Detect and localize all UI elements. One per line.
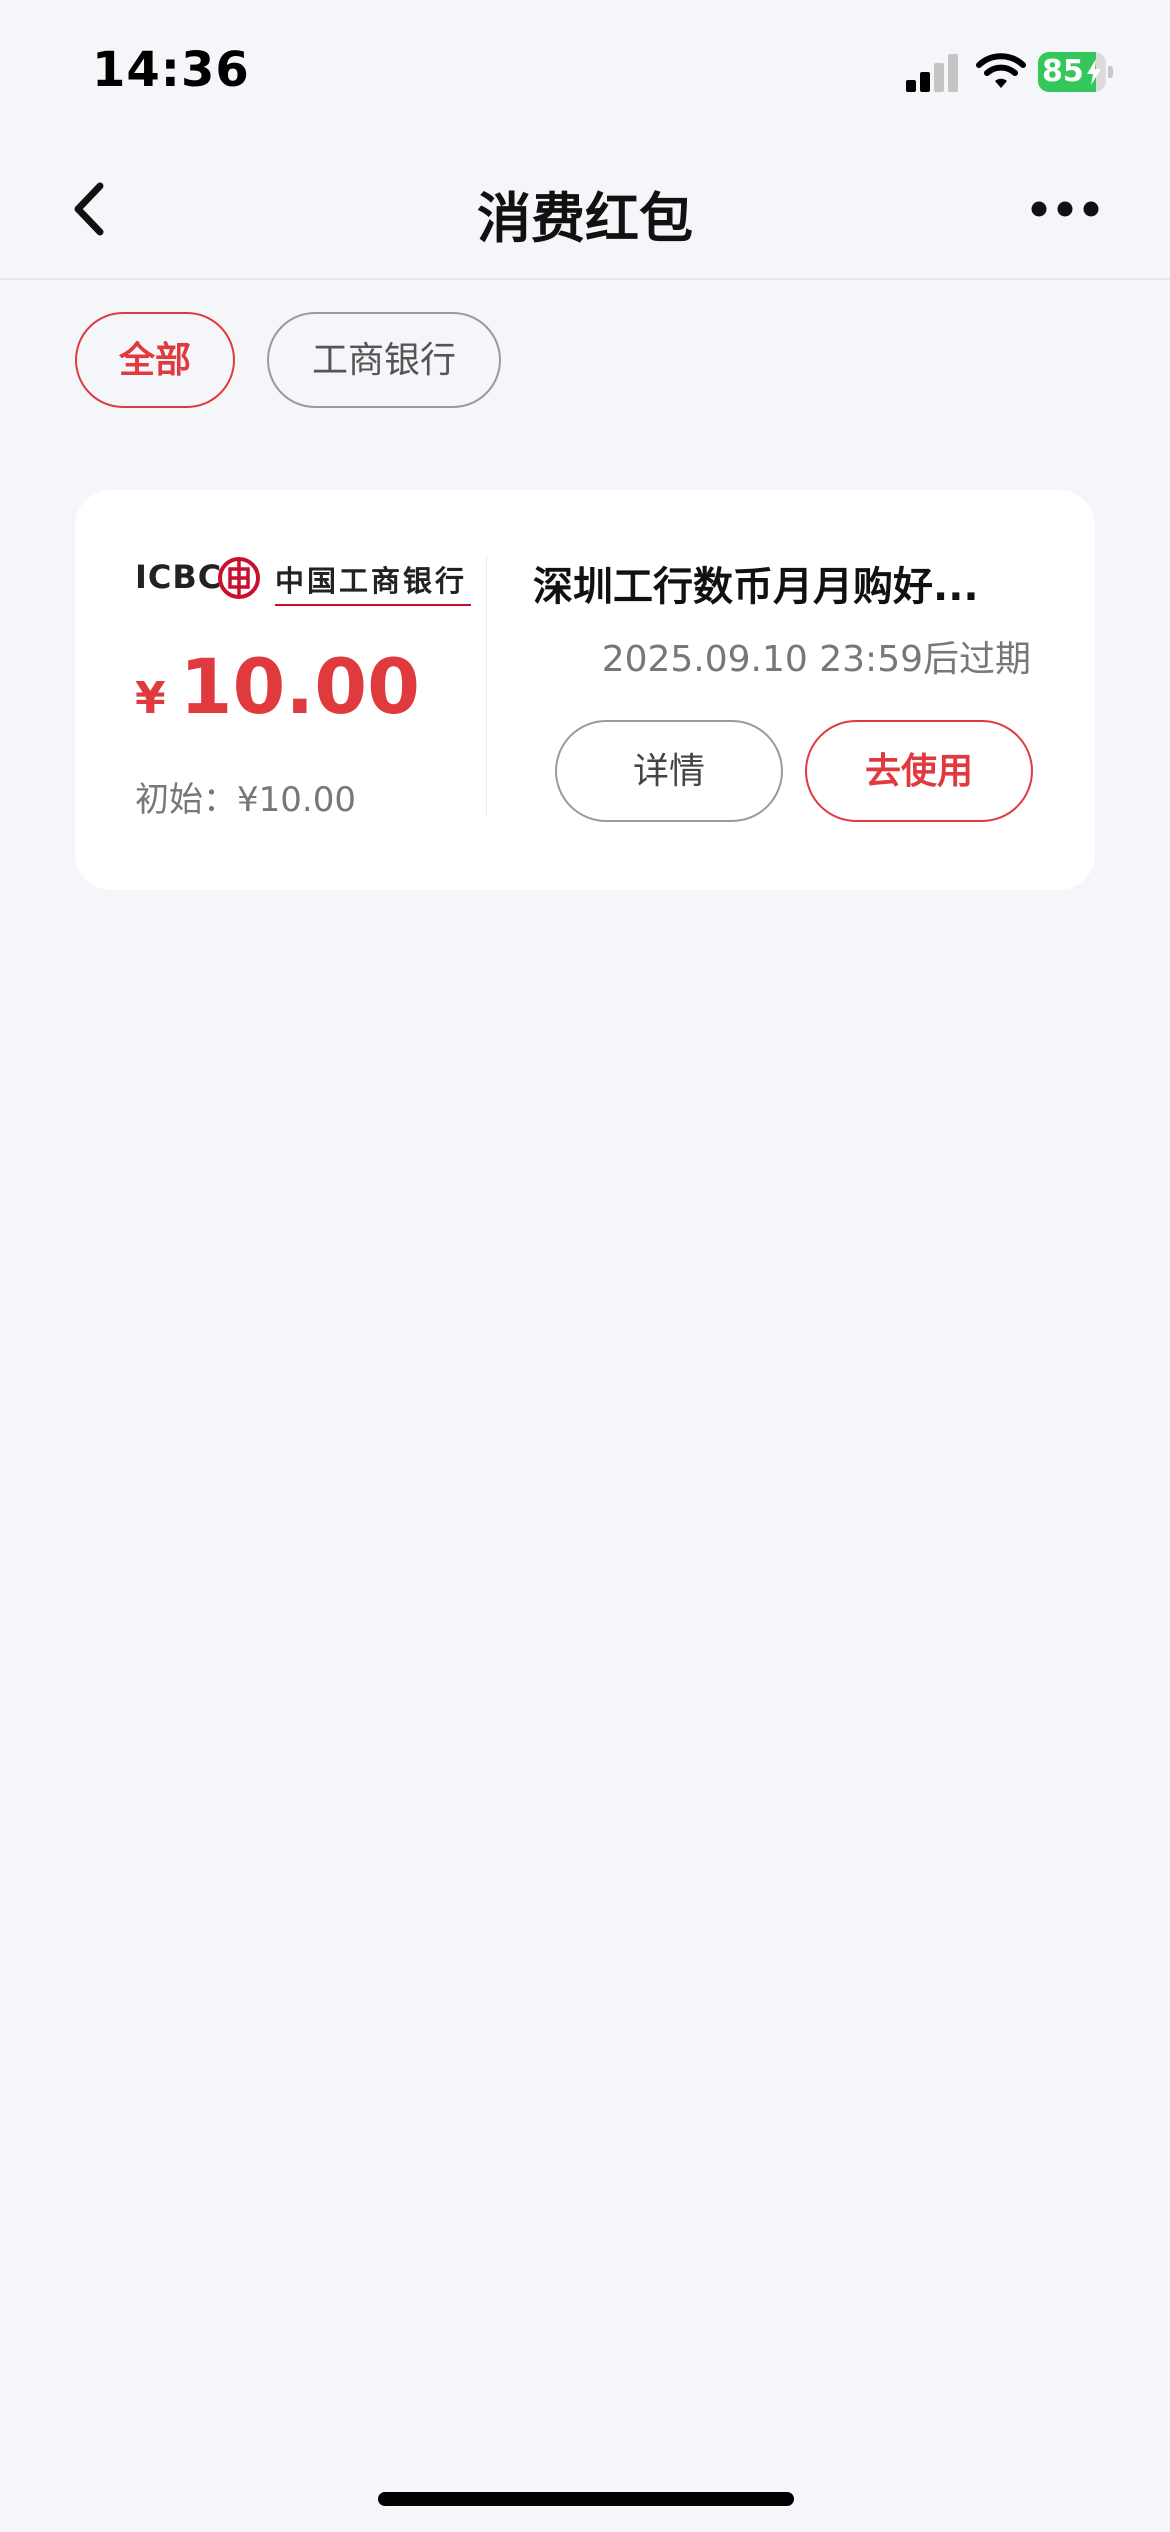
battery-icon: 85: [1038, 52, 1113, 92]
filter-chip-icbc[interactable]: 工商银行: [267, 312, 501, 408]
battery-level: 85: [1042, 54, 1084, 89]
initial-amount: 初始：¥10.00: [135, 780, 356, 820]
status-bar: 14:36 85: [0, 0, 1170, 140]
amount-value: 10.00: [179, 642, 421, 731]
wifi-icon: [976, 53, 1026, 88]
logo-text-en: ICBC: [135, 558, 223, 596]
home-indicator[interactable]: [378, 2492, 794, 2506]
coupon-info-panel: 深圳工行数币月月购好... 2025.09.10 23:59后过期 详情 去使用: [487, 490, 1095, 890]
coupon-card[interactable]: ICBC 中国工商银行 ¥10.00 初始：¥10.00 深圳工行数币月月购好.…: [75, 490, 1095, 890]
currency-symbol: ¥: [135, 673, 166, 724]
coupon-amount-panel: ICBC 中国工商银行 ¥10.00 初始：¥10.00: [75, 490, 485, 890]
charging-bolt-icon: [1087, 59, 1101, 85]
coupon-title: 深圳工行数币月月购好...: [533, 564, 979, 610]
coupon-expiry: 2025.09.10 23:59后过期: [601, 639, 1031, 680]
filter-chip-all[interactable]: 全部: [75, 312, 235, 408]
detail-button[interactable]: 详情: [555, 720, 783, 822]
battery-cap: [1108, 66, 1113, 78]
battery-body: 85: [1038, 52, 1106, 92]
nav-bar: 消费红包: [0, 140, 1170, 280]
icbc-seal-icon: [218, 557, 260, 599]
status-time: 14:36: [92, 42, 250, 98]
page-title: 消费红包: [477, 187, 693, 250]
use-button[interactable]: 去使用: [805, 720, 1033, 822]
coupon-amount: ¥10.00: [135, 642, 420, 731]
logo-text-cn: 中国工商银行: [275, 558, 471, 606]
more-horizontal-icon[interactable]: [1030, 194, 1100, 224]
signal-icon: [906, 54, 958, 92]
